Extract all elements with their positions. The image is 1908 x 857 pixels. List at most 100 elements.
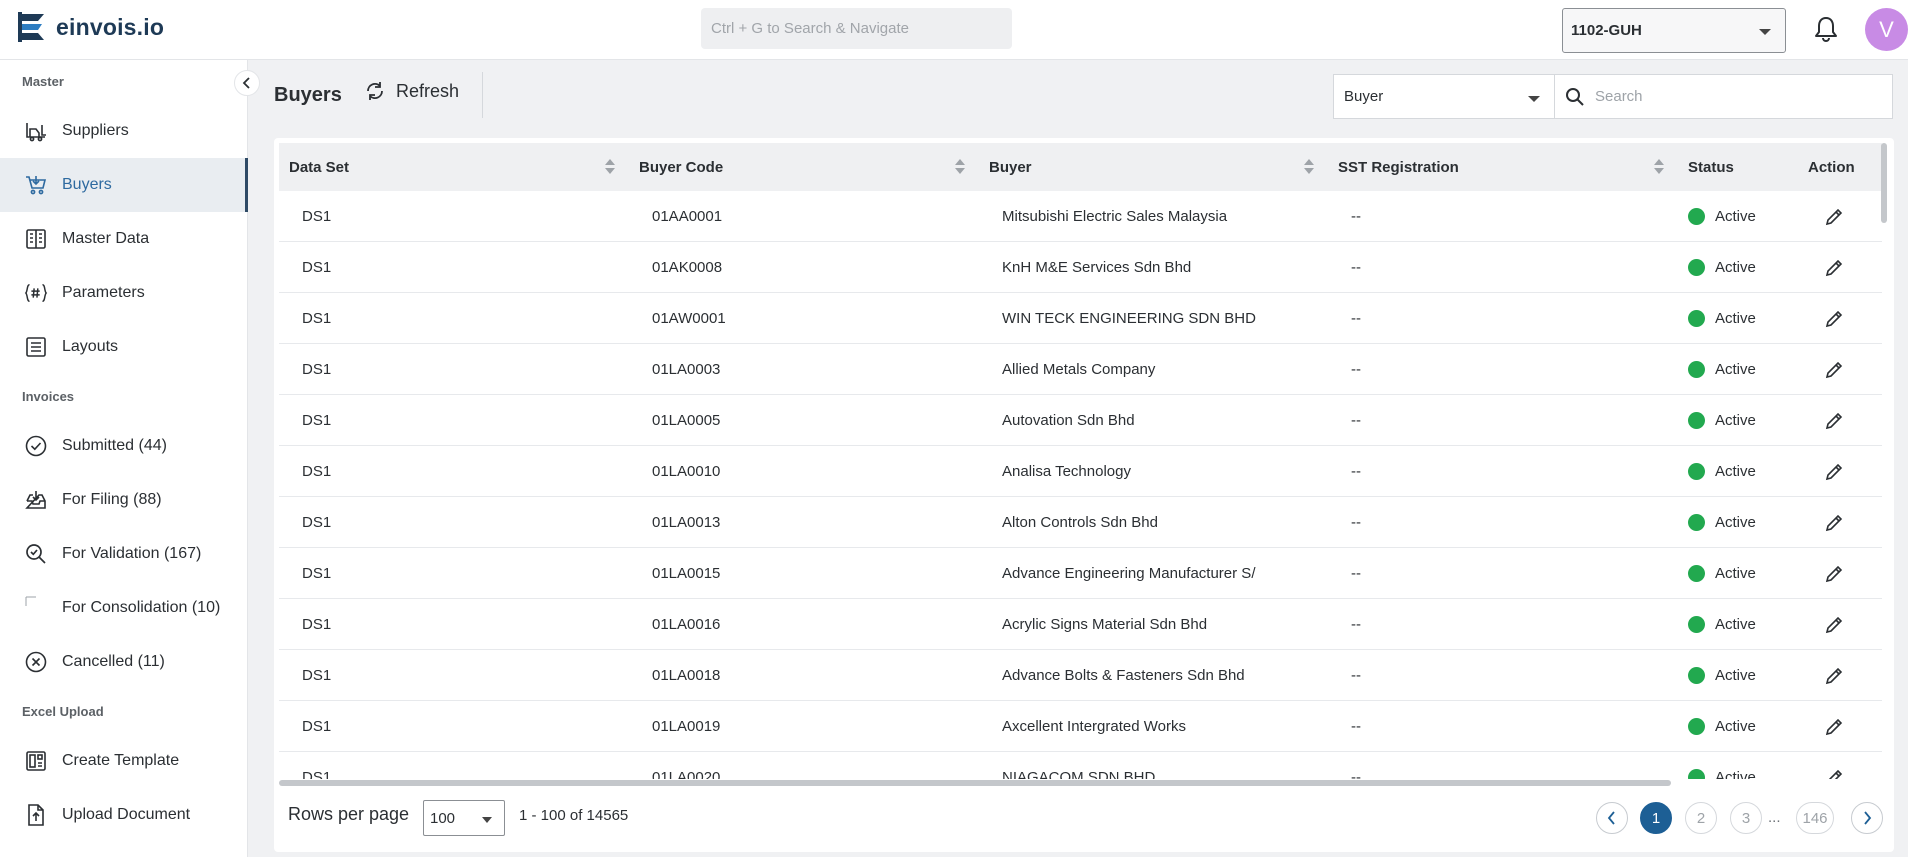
refresh-button[interactable]: Refresh — [364, 80, 459, 102]
page-button-1[interactable]: 1 — [1640, 802, 1672, 834]
previous-page-button[interactable] — [1596, 802, 1628, 834]
sidebar-item-parameters[interactable]: Parameters — [0, 266, 248, 320]
cell-data-set: DS1 — [302, 412, 332, 429]
cell-buyer-code: 01AA0001 — [652, 208, 723, 225]
status-dot-icon — [1688, 514, 1705, 531]
table-row[interactable]: DS1 01LA0013 Alton Controls Sdn Bhd -- Activ… — [279, 497, 1882, 548]
page-button-2[interactable]: 2 — [1685, 802, 1717, 834]
edit-button[interactable] — [1823, 665, 1845, 687]
rows-per-page-select[interactable]: 100 — [423, 800, 505, 836]
sidebar-item-for-validation[interactable]: For Validation (167) — [0, 527, 248, 581]
table-row[interactable]: DS1 01LA0018 Advance Bolts & Fasteners Sdn… — [279, 650, 1882, 701]
edit-button[interactable] — [1823, 716, 1845, 738]
table-row[interactable]: DS1 01AA0001 Mitsubishi Electric Sales Mal… — [279, 191, 1882, 242]
hash-braces-icon — [24, 281, 48, 305]
status-label: Active — [1715, 361, 1756, 378]
column-header-buyer-code[interactable]: Buyer Code — [639, 143, 723, 191]
table-row[interactable]: DS1 01LA0015 Advance Engineering Manufactu… — [279, 548, 1882, 599]
page-button-3[interactable]: 3 — [1730, 802, 1762, 834]
sort-icon[interactable] — [1304, 159, 1314, 177]
edit-button[interactable] — [1823, 563, 1845, 585]
bell-icon[interactable] — [1813, 15, 1839, 43]
column-header-sst-registration[interactable]: SST Registration — [1338, 143, 1459, 191]
sidebar-item-label: Master Data — [62, 230, 150, 247]
cell-sst-registration: -- — [1351, 718, 1361, 735]
table-row[interactable]: DS1 01LA0010 Analisa Technology -- Active — [279, 446, 1882, 497]
edit-button[interactable] — [1823, 461, 1845, 483]
pencil-icon — [1825, 514, 1843, 531]
company-selector[interactable]: 1102-GUH — [1562, 8, 1786, 53]
edit-button[interactable] — [1823, 308, 1845, 330]
edit-button[interactable] — [1823, 614, 1845, 636]
edit-button[interactable] — [1823, 359, 1845, 381]
global-search-box[interactable] — [701, 8, 1012, 49]
cell-buyer: Advance Bolts & Fasteners Sdn Bhd — [1002, 667, 1245, 684]
column-header-buyer[interactable]: Buyer — [989, 143, 1032, 191]
action-cell — [1823, 701, 1863, 752]
cell-data-set: DS1 — [302, 514, 332, 531]
vertical-scrollbar[interactable] — [1881, 143, 1889, 779]
pencil-icon — [1828, 769, 1843, 779]
top-bar: einvois.io 1102-GUH V — [0, 0, 1908, 60]
scrollbar-thumb[interactable] — [1881, 143, 1887, 223]
status-badge: Active — [1688, 497, 1798, 548]
header-divider — [482, 72, 483, 118]
sidebar-item-create-template[interactable]: Create Template — [0, 734, 248, 788]
status-label: Active — [1715, 310, 1756, 327]
table-row[interactable]: DS1 01LA0003 Allied Metals Company -- Active — [279, 344, 1882, 395]
action-cell — [1823, 242, 1863, 293]
edit-button[interactable] — [1823, 767, 1845, 779]
edit-button[interactable] — [1823, 206, 1845, 228]
cell-buyer: Autovation Sdn Bhd — [1002, 412, 1135, 429]
table-row[interactable]: DS1 01AK0008 KnH M&E Services Sdn Bhd -- Act… — [279, 242, 1882, 293]
sidebar-item-label: For Validation (167) — [62, 545, 202, 562]
sidebar-item-layouts[interactable]: Layouts — [0, 320, 248, 374]
status-label: Active — [1715, 718, 1756, 735]
sidebar-item-buyers[interactable]: Buyers — [0, 158, 248, 212]
global-search-input[interactable] — [711, 20, 1002, 37]
cell-data-set: DS1 — [302, 259, 332, 276]
next-page-button[interactable] — [1851, 802, 1883, 834]
sort-icon[interactable] — [605, 159, 615, 177]
action-cell — [1823, 395, 1863, 446]
cart-icon — [24, 173, 48, 197]
edit-button[interactable] — [1823, 512, 1845, 534]
sidebar-item-master-data[interactable]: Master Data — [0, 212, 248, 266]
sidebar-item-suppliers[interactable]: Suppliers — [0, 104, 248, 158]
status-label: Active — [1715, 616, 1756, 633]
cell-sst-registration: -- — [1351, 412, 1361, 429]
column-label: Buyer — [989, 158, 1032, 176]
edit-button[interactable] — [1823, 257, 1845, 279]
table-row[interactable]: DS1 01LA0019 Axcellent Intergrated Works --… — [279, 701, 1882, 752]
scrollbar-thumb[interactable] — [279, 780, 1671, 786]
sidebar-item-submitted[interactable]: Submitted (44) — [0, 419, 248, 473]
status-badge: Active — [1688, 293, 1798, 344]
table-row[interactable]: DS1 01LA0016 Acrylic Signs Material Sdn Bh… — [279, 599, 1882, 650]
chevron-right-icon — [1864, 811, 1872, 825]
inbox-download-icon — [24, 488, 48, 512]
search-field-select[interactable]: Buyer — [1333, 74, 1555, 119]
horizontal-scrollbar[interactable] — [279, 779, 1882, 787]
sidebar-item-cancelled[interactable]: Cancelled (11) — [0, 635, 248, 689]
table-row[interactable]: DS1 01LA0005 Autovation Sdn Bhd -- Active — [279, 395, 1882, 446]
column-header-data-set[interactable]: Data Set — [289, 143, 349, 191]
buyer-search-input[interactable] — [1595, 88, 1875, 105]
table-row[interactable]: DS1 01LA0020 NIAGACOM SDN BHD -- Active — [279, 752, 1882, 779]
sidebar-item-for-consolidation[interactable]: For Consolidation (10) — [0, 581, 248, 635]
edit-button[interactable] — [1823, 410, 1845, 432]
cell-buyer-code: 01LA0005 — [652, 412, 721, 429]
search-field-value: Buyer — [1344, 88, 1384, 105]
sidebar-item-for-filing[interactable]: For Filing (88) — [0, 473, 248, 527]
buyers-table-card: Data Set Buyer Code Buyer SST Registrati… — [274, 138, 1894, 852]
status-label: Active — [1715, 208, 1756, 225]
user-avatar[interactable]: V — [1865, 8, 1908, 51]
page-button-last[interactable]: 146 — [1796, 802, 1834, 834]
sidebar-collapse-button[interactable] — [234, 70, 260, 96]
sidebar-item-upload-document[interactable]: Upload Document — [0, 788, 248, 842]
sort-icon[interactable] — [1654, 159, 1664, 177]
table-row[interactable]: DS1 01AW0001 WIN TECK ENGINEERING SDN BHD -… — [279, 293, 1882, 344]
sidebar-item-label: Parameters — [62, 284, 145, 301]
sort-icon[interactable] — [955, 159, 965, 177]
app-logo[interactable]: einvois.io — [18, 12, 164, 42]
buyer-search-box[interactable] — [1554, 74, 1893, 119]
